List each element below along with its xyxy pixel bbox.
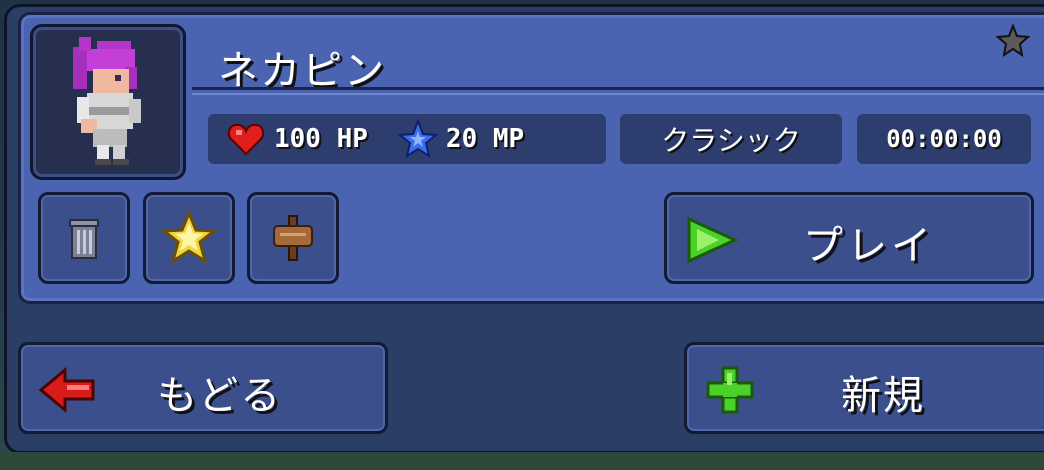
- card-divider: [192, 87, 1044, 90]
- play-button[interactable]: プレイ: [664, 192, 1034, 284]
- character-portrait: [30, 24, 186, 180]
- favorite-button[interactable]: [143, 192, 235, 284]
- gold-star-icon: [160, 209, 218, 265]
- wooden-sign-icon: [273, 215, 313, 261]
- card-divider-highlight: [192, 93, 1044, 95]
- play-label: プレイ: [803, 223, 935, 269]
- plus-icon: [706, 366, 754, 414]
- back-button[interactable]: もどる: [18, 342, 388, 434]
- favorite-star-icon[interactable]: [996, 24, 1030, 58]
- difficulty-badge: クラシック: [620, 114, 842, 164]
- playtime-display: 00:00:00: [857, 114, 1031, 164]
- hp-value: 100 HP: [274, 124, 368, 154]
- new-character-button[interactable]: 新規: [684, 342, 1044, 434]
- heart-icon: [227, 123, 265, 156]
- stats-box: 100 HP 20 MP: [208, 114, 606, 164]
- character-sprite-icon: [73, 37, 141, 165]
- new-label: 新規: [841, 373, 925, 419]
- play-arrow-icon: [687, 216, 739, 264]
- rename-button[interactable]: [247, 192, 339, 284]
- delete-button[interactable]: [38, 192, 130, 284]
- mp-value: 20 MP: [445, 124, 525, 154]
- mana-star-icon: [397, 119, 438, 159]
- back-label: もどる: [157, 373, 283, 419]
- trash-icon: [69, 219, 99, 259]
- ground-strip: [0, 452, 1044, 470]
- back-arrow-icon: [39, 367, 95, 413]
